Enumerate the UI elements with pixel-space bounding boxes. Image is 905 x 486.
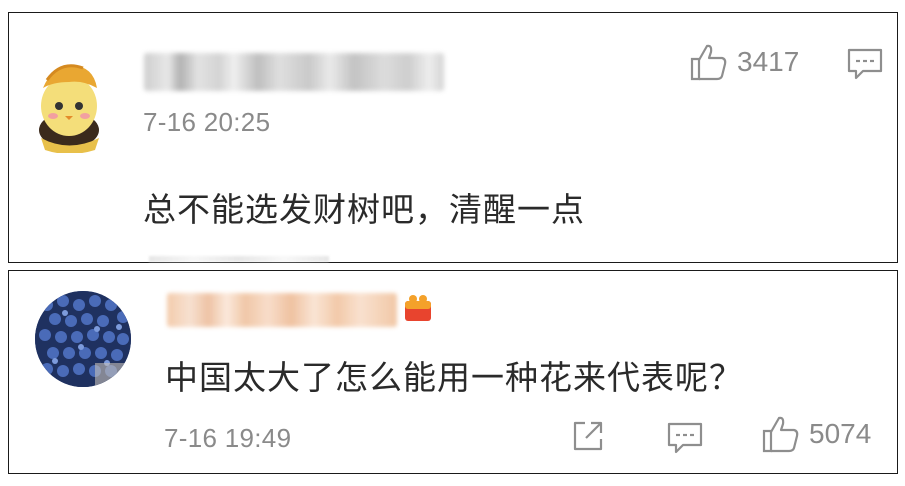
reply-icon xyxy=(667,422,703,454)
comment-card: 中国太大了怎么能用一种花来代表呢？ 7-16 19:49 5074 xyxy=(8,270,898,474)
avatar[interactable] xyxy=(33,58,105,153)
username-blurred[interactable] xyxy=(144,53,444,91)
comment-timestamp: 7-16 19:49 xyxy=(164,423,292,453)
cropped-next-line xyxy=(149,256,329,262)
like-count: 5074 xyxy=(809,418,872,449)
reply-icon xyxy=(847,48,883,80)
reply-button[interactable] xyxy=(847,47,883,81)
like-icon xyxy=(762,416,799,453)
reply-button[interactable] xyxy=(667,421,703,455)
avatar[interactable] xyxy=(35,291,131,387)
like-count: 3417 xyxy=(737,46,800,77)
username-blurred[interactable] xyxy=(167,293,397,327)
blue-photo-avatar-icon xyxy=(35,291,131,387)
comment-text: 总不能选发财树吧，清醒一点 xyxy=(143,190,585,229)
cartoon-chick-avatar-icon xyxy=(39,64,99,153)
like-button[interactable]: 3417 xyxy=(689,43,799,81)
comment-timestamp: 7-16 20:25 xyxy=(143,107,271,137)
like-button[interactable]: 5074 xyxy=(761,415,871,453)
comment-card: 3417 7-16 20:25 总不能选发财树吧，清醒一点 xyxy=(8,12,898,263)
vip-badge-icon xyxy=(405,295,431,321)
comment-text: 中国太大了怎么能用一种花来代表呢？ xyxy=(165,358,743,397)
share-button[interactable] xyxy=(571,419,605,453)
share-icon xyxy=(573,421,603,451)
like-icon xyxy=(690,44,727,81)
